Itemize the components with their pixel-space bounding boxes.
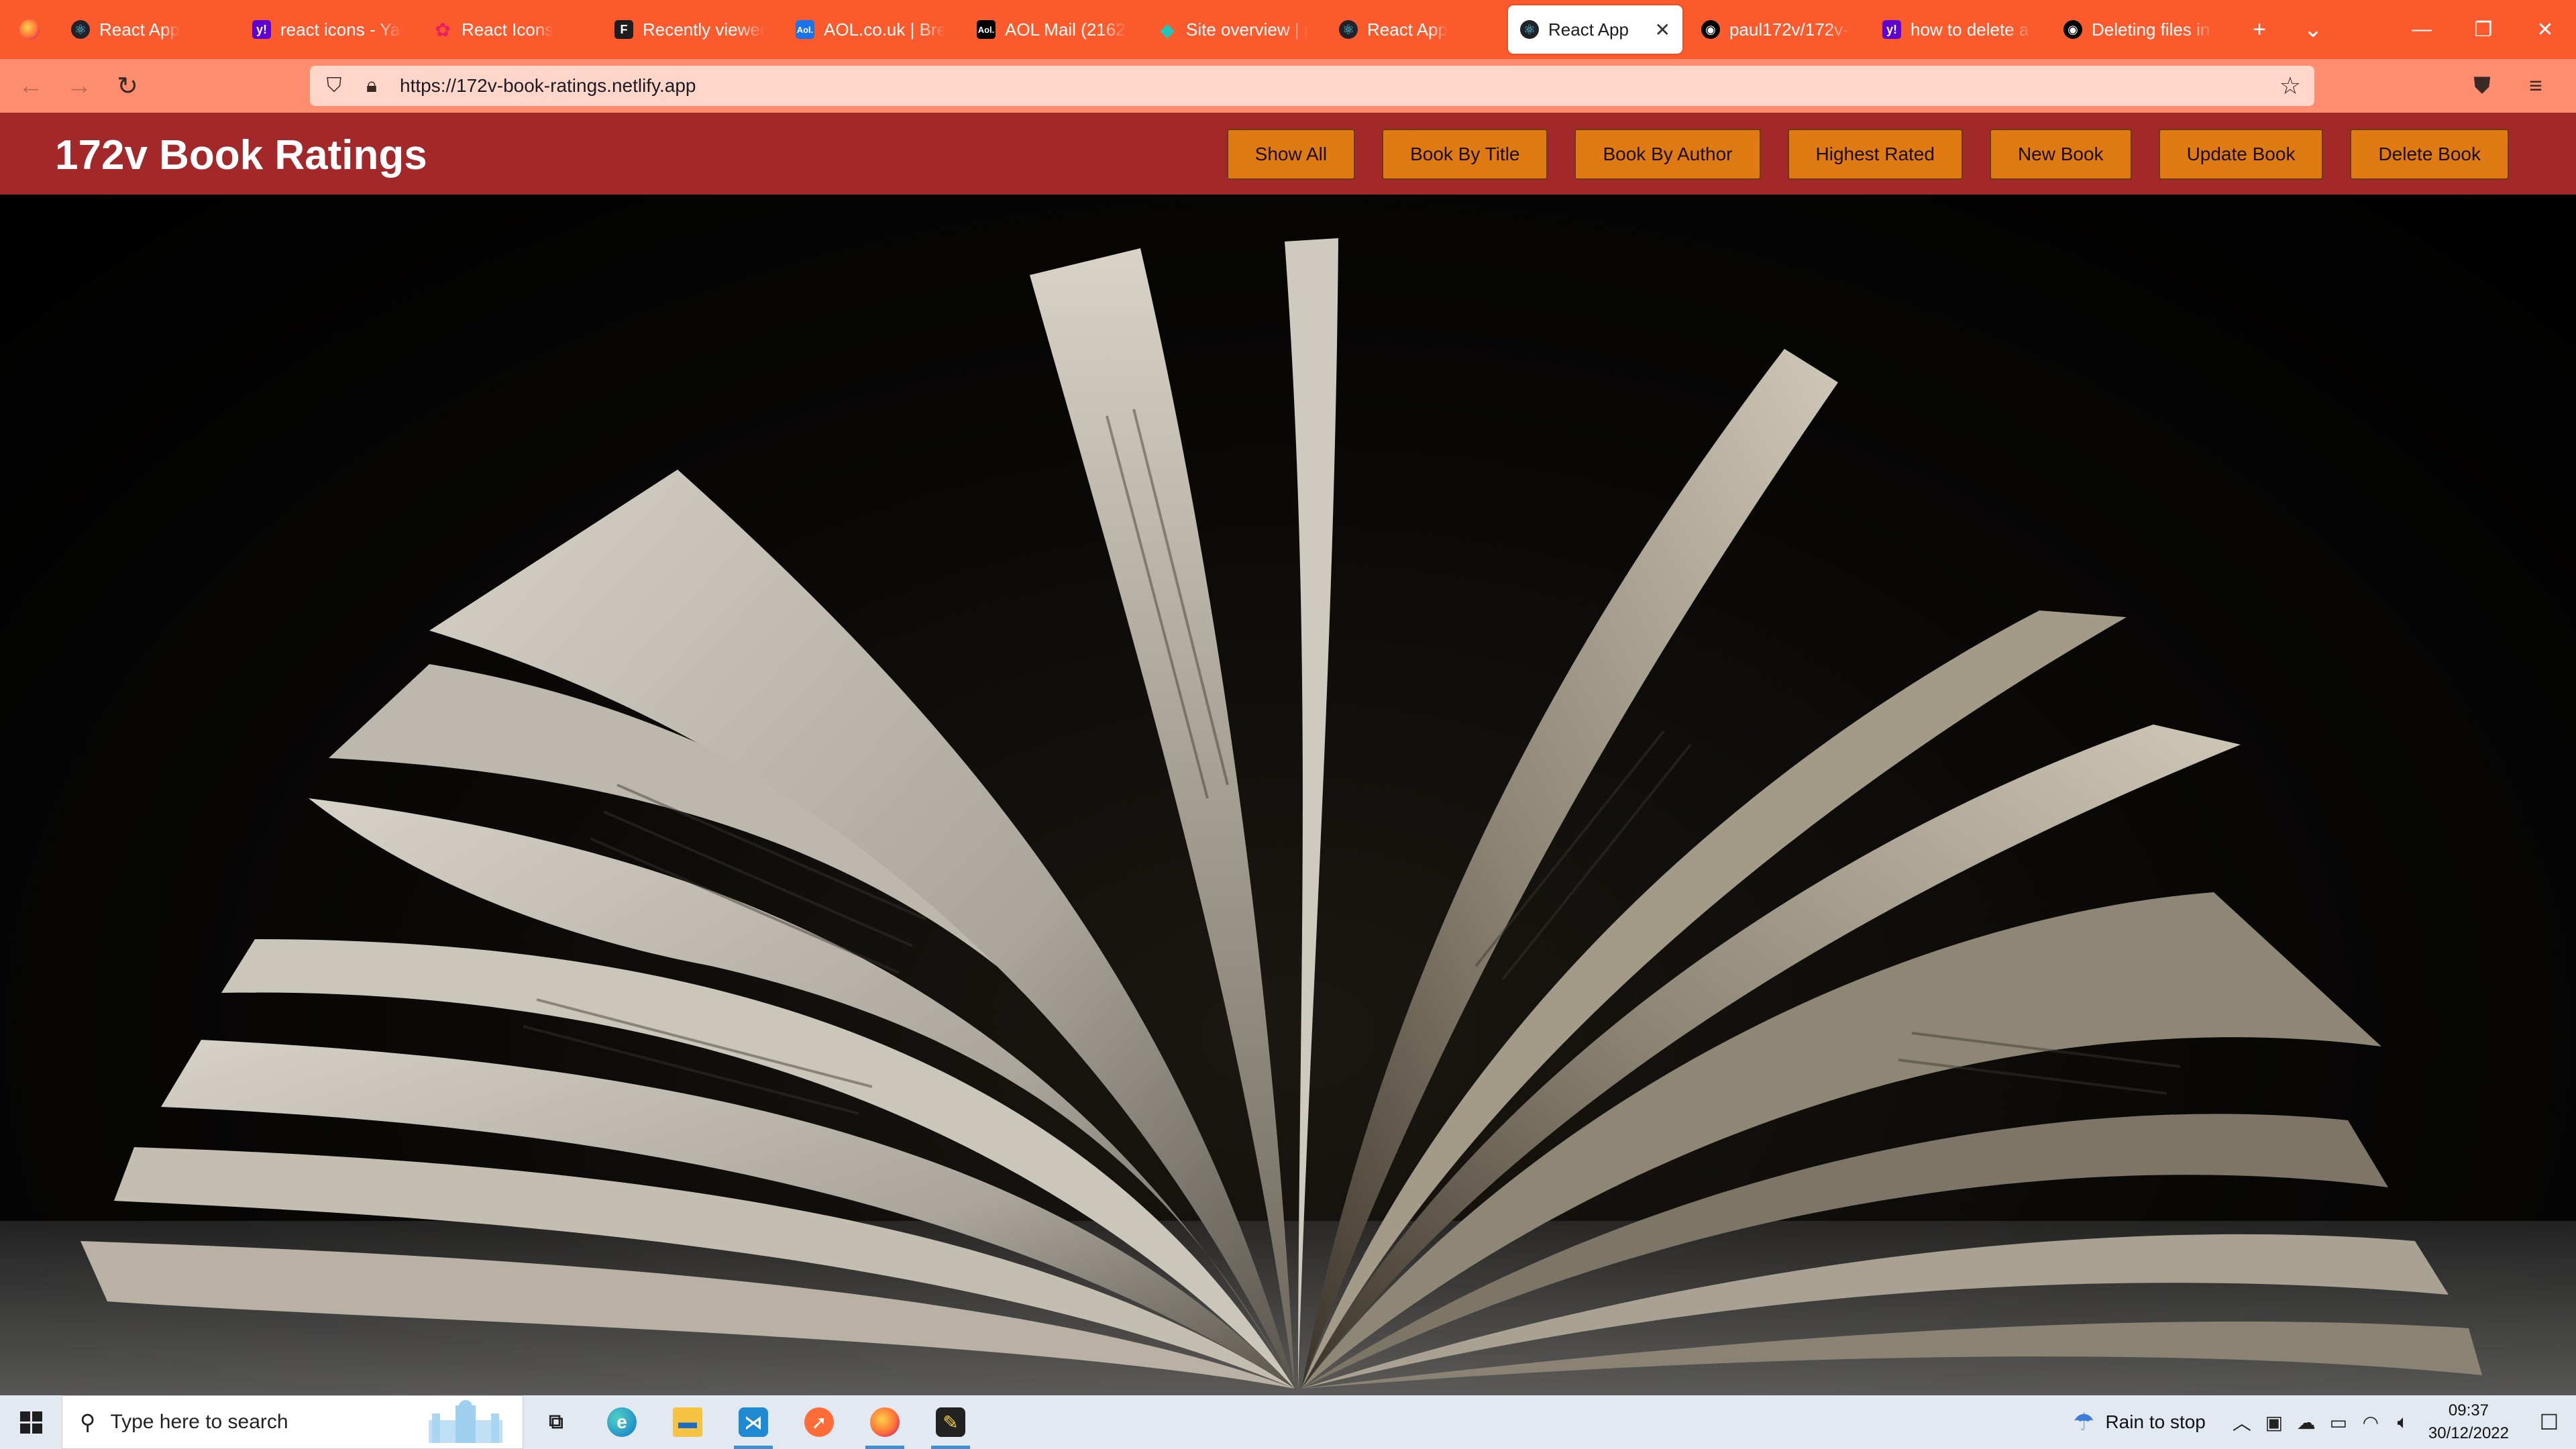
new-tab-icon[interactable]: + <box>2233 17 2286 43</box>
taskbar-search-input[interactable]: ⚲ Type here to search <box>62 1395 523 1449</box>
clock[interactable]: 09:37 30/12/2022 <box>2428 1399 2509 1445</box>
restore-icon[interactable]: ❐ <box>2453 18 2514 42</box>
yahoo-icon: y! <box>252 20 271 39</box>
tab-yahoo-delete-file[interactable]: y! how to delete a file <box>1870 5 2045 54</box>
vscode-icon[interactable]: ⋊ <box>720 1395 786 1449</box>
figma-icon: F <box>614 20 633 39</box>
yahoo-icon: y! <box>1882 20 1901 39</box>
minimize-icon[interactable]: — <box>2391 18 2453 41</box>
close-window-icon[interactable]: ✕ <box>2514 18 2576 42</box>
url-text[interactable]: https://172v-book-ratings.netlify.app <box>400 75 696 97</box>
task-view-icon[interactable]: ⧉ <box>523 1395 589 1449</box>
wifi-icon[interactable]: ◠ <box>2355 1411 2387 1434</box>
tab-recently-viewed[interactable]: F Recently viewed <box>602 5 777 54</box>
browser-tab-strip: ⚛ React App y! react icons - Yahoo Searc… <box>0 0 2576 59</box>
file-explorer-icon[interactable]: ▬ <box>655 1395 720 1449</box>
hamburger-menu-icon[interactable]: ≡ <box>2509 73 2563 99</box>
meet-now-icon[interactable]: ▣ <box>2258 1411 2290 1434</box>
page-title: 172v Book Ratings <box>55 132 427 178</box>
book-by-title-button[interactable]: Book By Title <box>1382 129 1548 180</box>
nav-menu: Show All Book By Title Book By Author Hi… <box>1200 129 2509 180</box>
onedrive-icon[interactable]: ☁ <box>2290 1411 2322 1434</box>
react-icon: ⚛ <box>1339 20 1358 39</box>
search-highlight-illustration <box>429 1400 502 1443</box>
react-icon: ⚛ <box>71 20 90 39</box>
bookmark-star-icon[interactable]: ☆ <box>2279 72 2301 100</box>
close-tab-icon[interactable]: ✕ <box>1655 19 1670 41</box>
shield-icon[interactable]: ⛉ <box>315 74 353 97</box>
github-icon: ◉ <box>2063 20 2082 39</box>
firefox-menu-icon[interactable] <box>0 0 59 59</box>
list-all-tabs-icon[interactable]: ⌄ <box>2286 16 2340 43</box>
weather-widget[interactable]: ☂ Rain to stop <box>2073 1408 2206 1436</box>
delete-book-button[interactable]: Delete Book <box>2350 129 2509 180</box>
postman-icon[interactable]: ➚ <box>786 1395 852 1449</box>
lock-icon[interactable]: 🔒︎ <box>353 74 390 97</box>
github-icon: ◉ <box>1701 20 1720 39</box>
forward-arrow-icon[interactable]: → <box>55 72 103 101</box>
tab-yahoo-react-icons[interactable]: y! react icons - Yahoo Search <box>240 5 415 54</box>
hero-open-book-image <box>0 195 2576 1395</box>
system-tray: ☂ Rain to stop ︿ ▣ ☁ ▭ ◠ 🔈︎ 09:37 30/12/… <box>2073 1395 2576 1449</box>
tab-react-app-2[interactable]: ⚛ React App <box>1327 5 1501 54</box>
browser-nav-bar: ← → ↻ ⛉ 🔒︎ https://172v-book-ratings.net… <box>0 59 2576 113</box>
tab-github-deleting-files[interactable]: ◉ Deleting files in a <box>2051 5 2226 54</box>
show-all-button[interactable]: Show All <box>1226 129 1356 180</box>
react-icon: ⚛ <box>1520 20 1539 39</box>
aol-mail-icon: Aol. <box>977 20 996 39</box>
book-by-author-button[interactable]: Book By Author <box>1574 129 1761 180</box>
highest-rated-button[interactable]: Highest Rated <box>1787 129 1963 180</box>
show-hidden-icons-chevron[interactable]: ︿ <box>2226 1409 2258 1436</box>
tab-netlify-overview[interactable]: ◆ Site overview | paul <box>1146 5 1320 54</box>
windows-taskbar: ⚲ Type here to search ⧉ e ▬ ⋊ ➚ ✎ ☂ Rain… <box>0 1395 2576 1449</box>
netlify-icon: ◆ <box>1160 19 1175 40</box>
tab-react-icons[interactable]: ✿ React Icons <box>421 5 596 54</box>
volume-icon[interactable]: 🔈︎ <box>2387 1411 2419 1434</box>
windows-start-icon[interactable] <box>0 1395 62 1449</box>
tab-react-app-1[interactable]: ⚛ React App <box>59 5 233 54</box>
tab-react-app-active[interactable]: ⚛ React App ✕ <box>1508 5 1682 54</box>
tab-github-repo[interactable]: ◉ paul172v/172v-book <box>1689 5 1864 54</box>
pocket-icon[interactable]: ⛊ <box>2455 73 2509 99</box>
tab-aol-mail[interactable]: Aol. AOL Mail (2162) <box>965 5 1139 54</box>
new-book-button[interactable]: New Book <box>1989 129 2132 180</box>
address-bar[interactable]: ⛉ 🔒︎ https://172v-book-ratings.netlify.a… <box>310 66 2314 106</box>
battery-icon[interactable]: ▭ <box>2322 1411 2355 1434</box>
firefox-taskbar-icon[interactable] <box>852 1395 918 1449</box>
rain-icon: ☂ <box>2073 1408 2095 1436</box>
reload-icon[interactable]: ↻ <box>103 71 152 101</box>
update-book-button[interactable]: Update Book <box>2158 129 2324 180</box>
aol-icon: Aol. <box>796 20 814 39</box>
tab-aol-uk[interactable]: Aol. AOL.co.uk | Breaking <box>784 5 958 54</box>
sticky-notes-icon[interactable]: ✎ <box>918 1395 983 1449</box>
react-icons-icon: ✿ <box>435 19 451 40</box>
app-header: 172v Book Ratings Show All Book By Title… <box>0 113 2576 195</box>
search-icon: ⚲ <box>80 1410 96 1434</box>
edge-icon[interactable]: e <box>589 1395 655 1449</box>
notification-center-icon[interactable]: ☐ <box>2522 1409 2576 1435</box>
back-arrow-icon[interactable]: ← <box>7 72 55 101</box>
